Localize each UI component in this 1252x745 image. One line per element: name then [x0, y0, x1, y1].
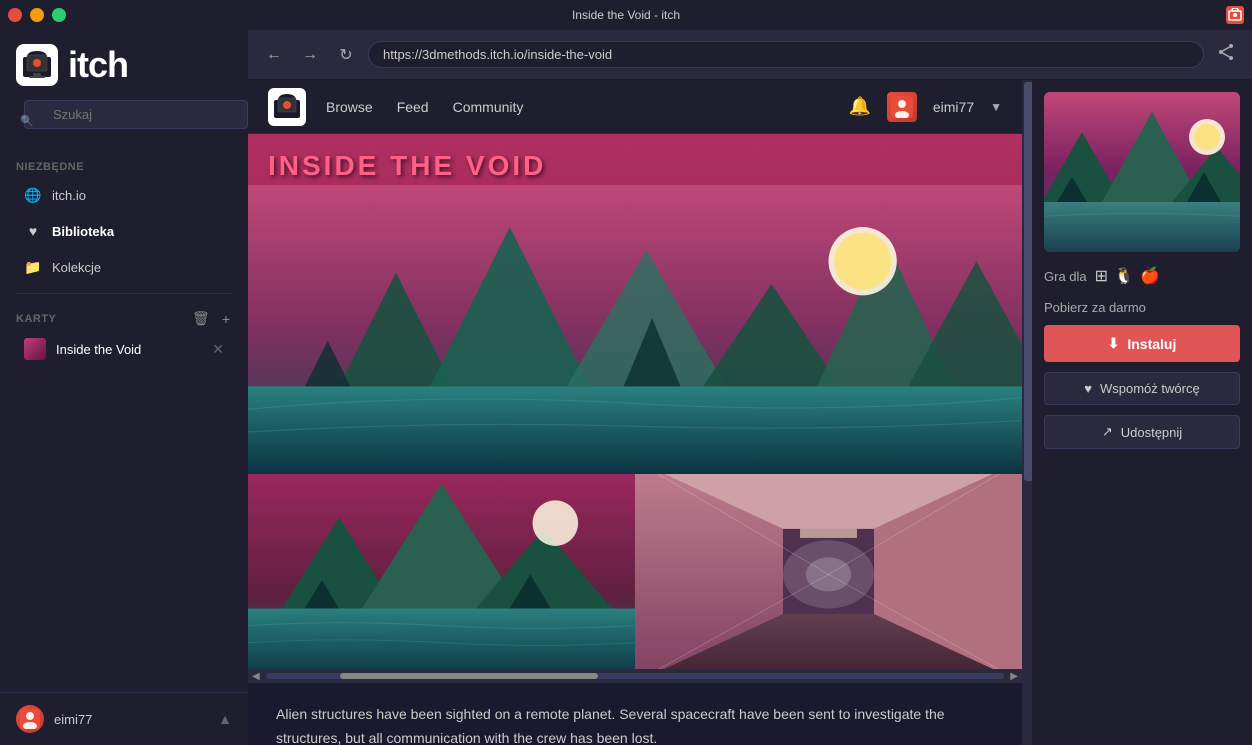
- sidebar-divider: [16, 293, 232, 294]
- nav-browse[interactable]: Browse: [326, 99, 373, 115]
- maximize-button[interactable]: [52, 8, 66, 22]
- itch-icon: 🌐: [24, 186, 42, 204]
- forward-button[interactable]: →: [296, 41, 324, 69]
- card-item-label: Inside the Void: [56, 342, 202, 357]
- card-thumbnail: [24, 338, 46, 360]
- browser-area: ← → ↻: [248, 30, 1252, 745]
- screenshots-row: [248, 474, 1022, 669]
- game-description: Alien structures have been sighted on a …: [248, 683, 1022, 745]
- cover-art-svg: [1044, 92, 1240, 252]
- page-nav-links: Browse Feed Community: [326, 99, 848, 115]
- screenshot-left-svg: [248, 474, 635, 669]
- install-label: Instaluj: [1127, 336, 1176, 352]
- scrollbar-track[interactable]: [266, 673, 1005, 679]
- sidebar-item-collections-label: Kolekcje: [52, 260, 101, 275]
- sidebar-item-library-label: Biblioteka: [52, 224, 114, 239]
- delete-card-button[interactable]: 🗑: [190, 310, 212, 327]
- game-cover: [1044, 92, 1240, 252]
- minimize-button[interactable]: [30, 8, 44, 22]
- footer-avatar: [16, 705, 44, 733]
- address-bar[interactable]: [368, 41, 1204, 68]
- collections-icon: 📁: [24, 258, 42, 276]
- browser-content: Browse Feed Community 🔔: [248, 80, 1252, 745]
- platform-icons: ⊞ 🐧 🍎: [1095, 266, 1160, 286]
- screenshot-scrollbar: ◀ ▶: [248, 669, 1022, 683]
- screenshot-left: [248, 474, 635, 669]
- add-card-button[interactable]: +: [220, 310, 232, 327]
- page-nav-logo: [268, 88, 306, 126]
- cards-section-label: KARTY: [16, 313, 56, 325]
- nav-feed[interactable]: Feed: [397, 99, 429, 115]
- sidebar-item-itch[interactable]: 🌐 itch.io: [8, 178, 240, 212]
- section-label-essential: NIEZBĘDNE: [0, 153, 248, 177]
- nav-community[interactable]: Community: [453, 99, 524, 115]
- game-title: INSIDE THE VOID: [268, 150, 1002, 182]
- titlebar-title: Inside the Void - itch: [572, 8, 680, 22]
- browser-toolbar: ← → ↻: [248, 30, 1252, 80]
- footer-arrow-icon: ▲: [218, 711, 232, 727]
- titlebar: Inside the Void - itch: [0, 0, 1252, 30]
- mac-icon: 🍎: [1140, 266, 1160, 286]
- screenshot-right: [635, 474, 1022, 669]
- linux-icon: 🐧: [1114, 266, 1134, 286]
- scroll-left-arrow[interactable]: ◀: [252, 671, 260, 682]
- page-nav-right: 🔔 eimi77 ▼: [848, 92, 1002, 122]
- heart-icon: ♥: [24, 222, 42, 240]
- share-icon: ↗: [1102, 424, 1113, 440]
- sidebar-logo: itch: [0, 30, 248, 100]
- logo-text: itch: [68, 44, 128, 86]
- heart-support-icon: ♥: [1084, 381, 1092, 396]
- share-label: Udostępnij: [1121, 425, 1182, 440]
- user-avatar: [887, 92, 917, 122]
- description-p1: Alien structures have been sighted on a …: [276, 703, 994, 745]
- install-icon: ⬇: [1108, 335, 1120, 352]
- footer-username: eimi77: [54, 712, 208, 727]
- platform-label: Gra dla: [1044, 269, 1087, 284]
- screenshot-main-svg: [248, 185, 1022, 474]
- nav-username: eimi77: [933, 99, 974, 115]
- search-container: [12, 100, 236, 141]
- game-screenshots-area: INSIDE THE VOID: [248, 134, 1022, 683]
- platform-row: Gra dla ⊞ 🐧 🍎: [1044, 262, 1240, 290]
- user-dropdown-icon[interactable]: ▼: [990, 100, 1002, 114]
- reload-button[interactable]: ↻: [332, 41, 360, 69]
- page-nav: Browse Feed Community 🔔: [248, 80, 1022, 134]
- scrollbar-thumb: [340, 673, 599, 679]
- share-button[interactable]: [1212, 41, 1240, 69]
- logo-icon: [16, 44, 58, 86]
- page-scrollbar-thumb[interactable]: [1024, 82, 1032, 481]
- scroll-right-arrow[interactable]: ▶: [1010, 671, 1018, 682]
- cards-actions: 🗑 +: [190, 310, 232, 327]
- back-button[interactable]: ←: [260, 41, 288, 69]
- support-button[interactable]: ♥ Wspomóż twórcę: [1044, 372, 1240, 405]
- share-game-button[interactable]: ↗ Udostępnij: [1044, 415, 1240, 449]
- sidebar-item-collections[interactable]: 📁 Kolekcje: [8, 250, 240, 284]
- windows-icon: ⊞: [1095, 266, 1108, 286]
- free-label: Pobierz za darmo: [1044, 300, 1240, 315]
- card-close-button[interactable]: ✕: [212, 341, 224, 358]
- close-button[interactable]: [8, 8, 22, 22]
- right-panel: Gra dla ⊞ 🐧 🍎 Pobierz za darmo ⬇ Instalu…: [1032, 80, 1252, 745]
- page-scrollbar: [1022, 80, 1032, 745]
- titlebar-right: [1226, 6, 1244, 24]
- search-input[interactable]: [24, 100, 248, 129]
- page-content: Browse Feed Community 🔔: [248, 80, 1032, 745]
- cards-header: KARTY 🗑 +: [0, 302, 248, 331]
- itch-app-icon: [1226, 6, 1244, 24]
- screenshot-right-svg: [635, 474, 1022, 669]
- card-item-inside-void[interactable]: Inside the Void ✕: [8, 332, 240, 366]
- titlebar-controls: [8, 8, 66, 22]
- sidebar-item-itch-label: itch.io: [52, 188, 86, 203]
- install-button[interactable]: ⬇ Instaluj: [1044, 325, 1240, 362]
- sidebar-footer[interactable]: eimi77 ▲: [0, 692, 248, 745]
- support-label: Wspomóż twórcę: [1100, 381, 1200, 396]
- page-scroll-area[interactable]: Browse Feed Community 🔔: [248, 80, 1022, 745]
- sidebar: itch NIEZBĘDNE 🌐 itch.io ♥ Biblioteka 📁 …: [0, 30, 248, 745]
- notification-bell-icon[interactable]: 🔔: [848, 96, 870, 117]
- sidebar-item-library[interactable]: ♥ Biblioteka: [8, 214, 240, 248]
